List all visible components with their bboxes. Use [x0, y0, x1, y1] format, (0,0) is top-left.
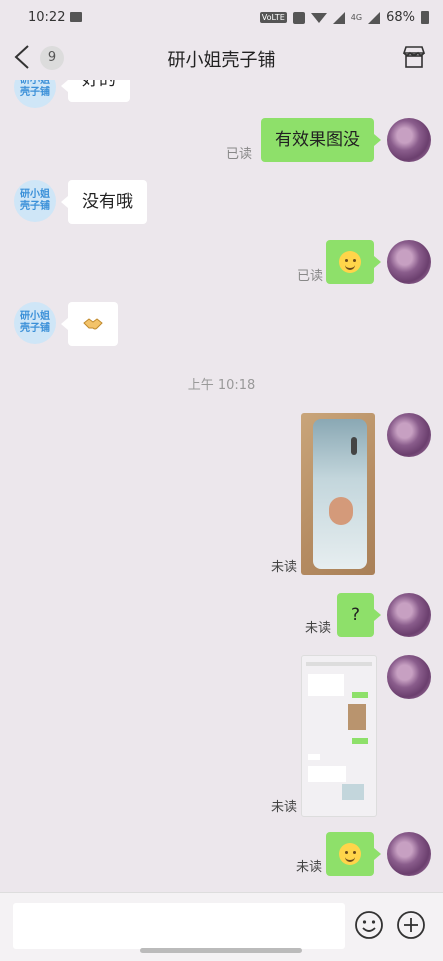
user-avatar[interactable]	[387, 413, 431, 457]
unread-status: 未读	[271, 560, 298, 575]
screenshot-photo	[342, 784, 364, 800]
status-bar: 10:22 VoLTE 4G 68%	[0, 0, 443, 36]
avatar-text: 研小姐 壳子铺	[20, 80, 50, 98]
avatar-text: 研小姐 壳子铺	[20, 189, 50, 212]
message-bubble-received[interactable]	[68, 302, 118, 346]
user-avatar[interactable]	[387, 240, 431, 284]
battery-percent: 68%	[386, 10, 415, 25]
screenshot-photo	[348, 704, 366, 730]
message-input[interactable]	[13, 903, 345, 949]
volte-icon: VoLTE	[259, 12, 287, 23]
home-indicator[interactable]	[140, 948, 302, 953]
avatar-text: 研小姐 壳子铺	[20, 311, 50, 334]
read-status: 已读	[226, 147, 253, 162]
bubble-tail	[374, 256, 381, 268]
signal-icon	[368, 11, 381, 24]
chat-header: 9 研小姐壳子铺	[0, 36, 443, 80]
signal-empty-icon	[332, 11, 345, 24]
shop-avatar[interactable]: 研小姐 壳子铺	[14, 80, 56, 108]
bubble-tail	[374, 609, 381, 621]
smile-icon[interactable]	[354, 910, 384, 940]
bubble-tail	[61, 318, 68, 330]
unread-status: 未读	[271, 800, 298, 815]
user-avatar[interactable]	[387, 655, 431, 699]
shop-avatar[interactable]: 研小姐 壳子铺	[14, 302, 56, 344]
user-avatar[interactable]	[387, 832, 431, 876]
message-bubble-sent[interactable]: 有效果图没	[261, 118, 374, 162]
unread-status: 未读	[305, 621, 332, 636]
message-bubble-received[interactable]: 好的	[68, 80, 130, 102]
store-icon[interactable]	[401, 44, 427, 70]
phone-case-photo	[313, 419, 367, 569]
smiling-face-emoji-icon	[339, 843, 361, 865]
bubble-tail	[61, 196, 68, 208]
screenshot-bubble	[352, 692, 368, 698]
network-type-label: 4G	[350, 13, 363, 22]
plus-icon[interactable]	[396, 910, 426, 940]
battery-icon	[421, 11, 429, 24]
chat-messages[interactable]: 研小姐 壳子铺 好的 有效果图没 已读 研小姐 壳子铺 没有哦 已读 研小姐 壳…	[0, 80, 443, 892]
wifi-icon	[310, 12, 327, 23]
image-notification-icon	[70, 12, 82, 22]
screenshot-bubble	[308, 754, 320, 760]
message-bubble-sent[interactable]: ?	[336, 593, 374, 637]
page-title: 研小姐壳子铺	[167, 50, 276, 71]
vibrate-icon	[292, 11, 305, 24]
image-message[interactable]	[301, 413, 375, 575]
screenshot-bubble	[308, 766, 346, 782]
smiling-face-emoji-icon	[339, 251, 361, 273]
bubble-tail	[374, 848, 381, 860]
message-bubble-received[interactable]: 没有哦	[68, 180, 147, 224]
message-bubble-sent[interactable]	[326, 240, 374, 284]
screenshot-header	[306, 662, 372, 666]
timestamp: 上午 10:18	[187, 378, 256, 393]
handshake-emoji-icon	[83, 318, 103, 330]
bubble-tail	[61, 80, 68, 92]
bubble-tail	[374, 134, 381, 146]
user-avatar[interactable]	[387, 593, 431, 637]
screenshot-image-message[interactable]	[301, 655, 377, 817]
message-bubble-sent[interactable]	[326, 832, 374, 876]
unread-status: 未读	[296, 860, 323, 875]
screenshot-bubble	[352, 738, 368, 744]
status-time: 10:22	[28, 10, 66, 25]
user-avatar[interactable]	[387, 118, 431, 162]
shop-avatar[interactable]: 研小姐 壳子铺	[14, 180, 56, 222]
read-status: 已读	[297, 269, 324, 284]
camera-cutout	[351, 437, 357, 455]
face-print	[329, 497, 353, 525]
screenshot-bubble	[308, 674, 344, 696]
